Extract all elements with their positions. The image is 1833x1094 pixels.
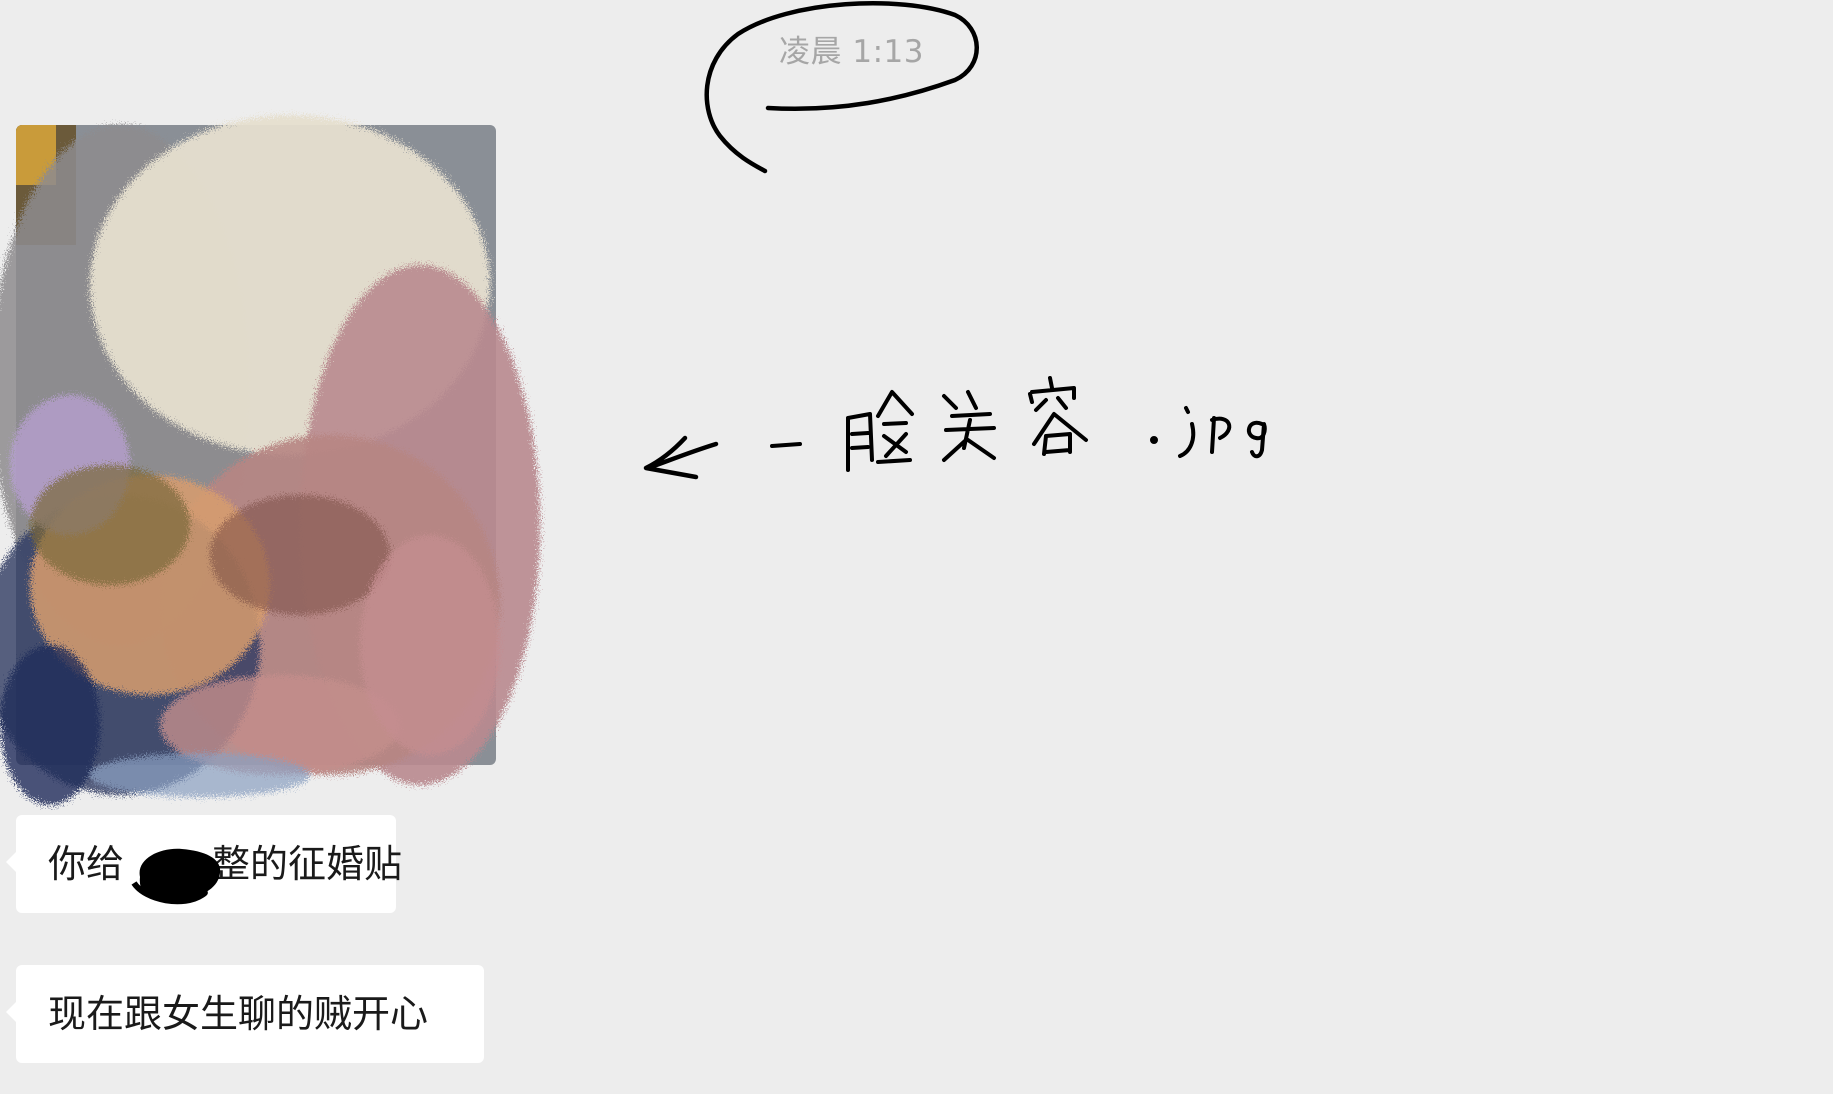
message-timestamp: 凌晨 1:13 [779,34,924,70]
message-text: 现在跟女生聊的贼开心 [48,992,429,1036]
message-bubble[interactable]: 现在跟女生聊的贼开心 [6,965,484,1063]
chat-area: 凌晨 1:13 你给 整的征婚贴 现在跟女生聊的贼开心 [0,0,1833,1094]
message-text: 你给 [48,842,125,886]
redaction-scribble [131,848,221,905]
message-text: 整的征婚贴 [212,842,403,886]
message-bubble[interactable]: 你给 整的征婚贴 [6,815,402,913]
scribbled-image [0,115,540,805]
image-message[interactable] [0,85,580,820]
